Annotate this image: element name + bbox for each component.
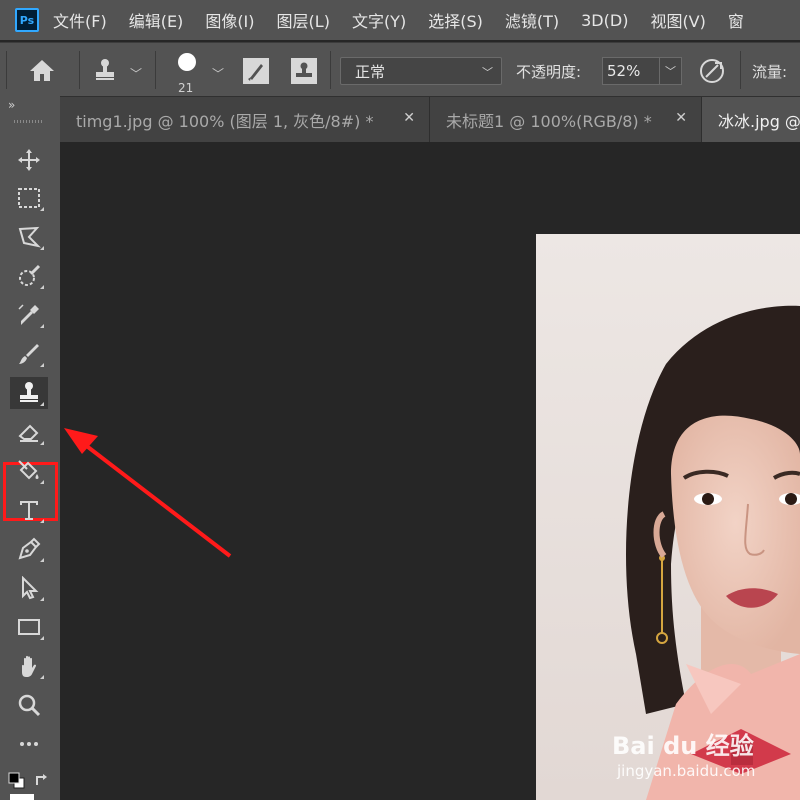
tool-preset-chevron-down-icon[interactable]: ﹀ xyxy=(130,65,142,82)
flow-label: 流量: xyxy=(752,63,788,81)
menu-filter[interactable]: 滤镜(T) xyxy=(505,8,559,32)
tab-label: 未标题1 @ 100%(RGB/8) * xyxy=(446,111,652,131)
tab-label: timg1.jpg @ 100% (图层 1, 灰色/8#) * xyxy=(76,111,374,131)
type-tool-icon[interactable] xyxy=(10,494,48,526)
menu-layer[interactable]: 图层(L) xyxy=(277,8,330,32)
blend-mode-chevron-down-icon: ﹀ xyxy=(482,66,493,79)
options-grip xyxy=(6,51,7,89)
menu-select[interactable]: 选择(S) xyxy=(428,8,483,32)
tab-label: 冰冰.jpg @ xyxy=(718,111,800,131)
tab-untitled1[interactable]: 未标题1 @ 100%(RGB/8) * ✕ xyxy=(430,97,702,142)
foreground-color-swatch[interactable] xyxy=(10,794,34,800)
opacity-input[interactable]: 52% xyxy=(602,57,660,85)
menu-type[interactable]: 文字(Y) xyxy=(352,8,406,32)
opacity-label: 不透明度: xyxy=(516,63,582,81)
default-colors-icon[interactable] xyxy=(8,772,26,794)
close-icon[interactable]: ✕ xyxy=(403,110,415,126)
brush-preview-icon[interactable] xyxy=(178,53,196,71)
portrait-photo[interactable] xyxy=(536,234,800,800)
baidu-watermark-logo: Bai du 经验 xyxy=(612,732,754,760)
eyedropper-icon[interactable] xyxy=(10,299,48,331)
paint-bucket-icon[interactable] xyxy=(10,455,48,487)
menu-bar: Ps 文件(F) 编辑(E) 图像(I) 图层(L) 文字(Y) 选择(S) 滤… xyxy=(0,0,800,40)
menu-edit[interactable]: 编辑(E) xyxy=(129,8,184,32)
photoshop-logo[interactable]: Ps xyxy=(15,8,39,32)
panel-grip[interactable] xyxy=(14,120,44,123)
home-icon[interactable] xyxy=(28,57,56,87)
watermark-url: jingyan.baidu.com xyxy=(617,762,756,780)
blend-mode-select[interactable]: 正常 ﹀ xyxy=(340,57,502,85)
swap-colors-icon[interactable] xyxy=(34,772,50,792)
collapse-panel-icon[interactable]: » xyxy=(8,98,15,112)
pressure-opacity-icon[interactable] xyxy=(697,57,727,89)
lasso-icon[interactable] xyxy=(10,221,48,253)
opacity-slider-chevron-down-icon[interactable]: ﹀ xyxy=(660,57,682,85)
document-tab-bar: timg1.jpg @ 100% (图层 1, 灰色/8#) * ✕ 未标题1 … xyxy=(60,96,800,142)
clone-source-panel-icon[interactable] xyxy=(290,57,318,89)
brush-settings-icon[interactable] xyxy=(242,57,270,89)
menu-3d[interactable]: 3D(D) xyxy=(581,11,628,30)
path-selection-icon[interactable] xyxy=(10,572,48,604)
tools-panel: » xyxy=(0,96,60,800)
close-icon[interactable]: ✕ xyxy=(675,110,687,126)
brush-chevron-down-icon[interactable]: ﹀ xyxy=(212,65,224,82)
zoom-tool-icon[interactable] xyxy=(10,689,48,721)
menu-image[interactable]: 图像(I) xyxy=(205,8,254,32)
tab-bingbing[interactable]: 冰冰.jpg @ xyxy=(702,97,800,142)
more-tools-icon[interactable] xyxy=(10,728,48,760)
options-bar: ﹀ 21 ﹀ 正常 ﹀ 不透明度: 52% ﹀ 流量: xyxy=(0,42,800,96)
tab-timg1[interactable]: timg1.jpg @ 100% (图层 1, 灰色/8#) * ✕ xyxy=(60,97,430,142)
quick-selection-icon[interactable] xyxy=(10,260,48,292)
brush-icon[interactable] xyxy=(10,338,48,370)
hand-tool-icon[interactable] xyxy=(10,650,48,682)
move-tool-icon[interactable] xyxy=(10,144,48,176)
tool-preset-stamp-icon[interactable] xyxy=(92,57,118,87)
blend-mode-value: 正常 xyxy=(355,62,386,81)
pen-tool-icon[interactable] xyxy=(10,533,48,565)
brush-size-value: 21 xyxy=(178,81,194,95)
menu-view[interactable]: 视图(V) xyxy=(650,8,705,32)
rectangle-tool-icon[interactable] xyxy=(10,611,48,643)
menu-file[interactable]: 文件(F) xyxy=(53,8,107,32)
eraser-icon[interactable] xyxy=(10,416,48,448)
menu-window[interactable]: 窗 xyxy=(728,8,744,32)
rectangular-marquee-icon[interactable] xyxy=(10,182,48,214)
clone-stamp-icon[interactable] xyxy=(10,377,48,409)
